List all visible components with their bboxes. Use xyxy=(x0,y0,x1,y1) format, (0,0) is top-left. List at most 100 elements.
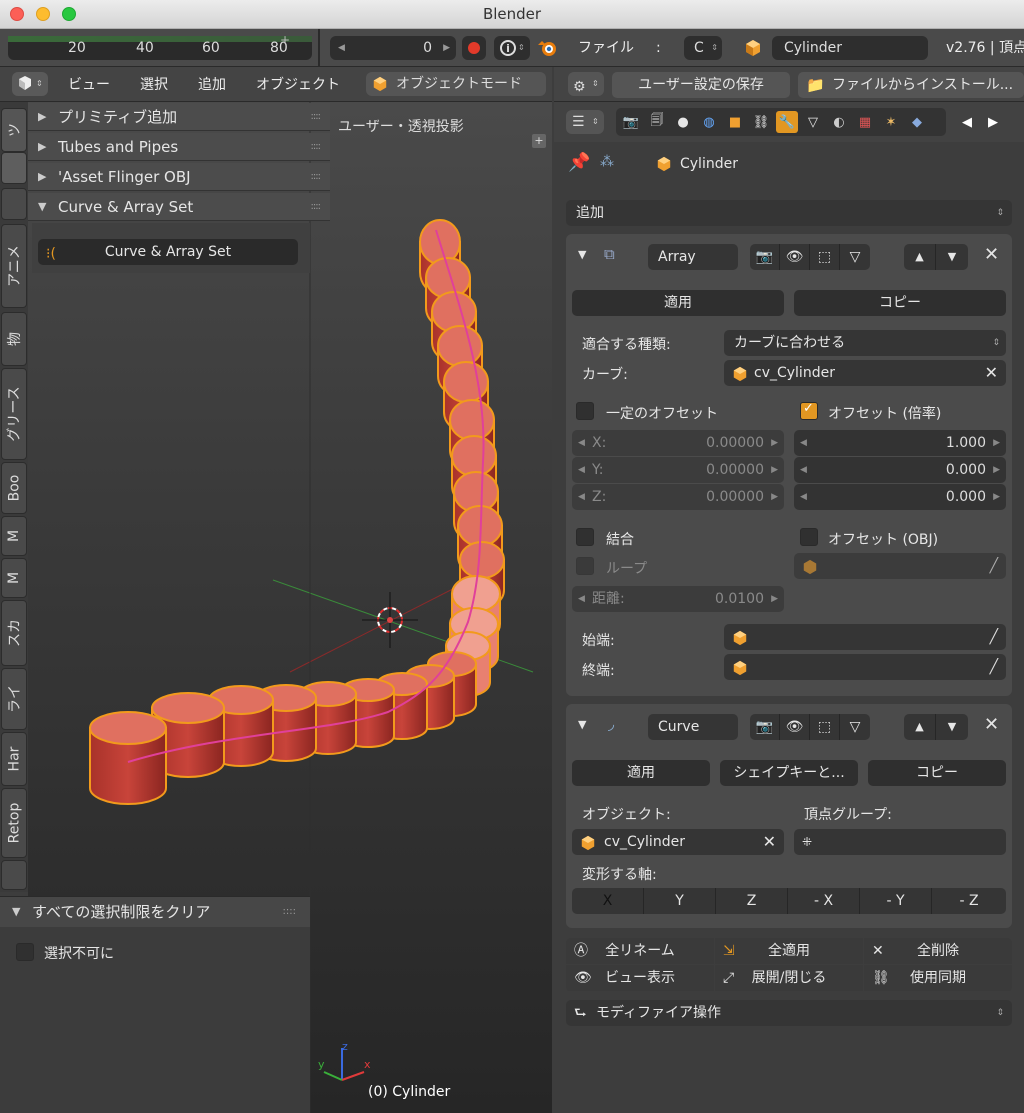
clear-field-icon[interactable]: ✕ xyxy=(763,829,776,855)
tab-light[interactable]: ライ xyxy=(1,668,27,730)
maximize-window-button[interactable] xyxy=(62,7,76,21)
cylinder-instance[interactable] xyxy=(89,711,167,805)
world-tab-icon[interactable]: ◍ xyxy=(698,111,720,133)
relative-offset-y-field[interactable]: ◀ 0.000 ▶ xyxy=(794,457,1006,483)
particles-tab-icon[interactable]: ✶ xyxy=(880,111,902,133)
viewport-toggle-icon[interactable]: 👁 xyxy=(780,244,810,270)
merge-distance-field[interactable]: ◀ 距離: 0.0100 ▶ xyxy=(572,586,784,612)
modifiers-tab-icon[interactable]: 🔧 xyxy=(776,111,798,133)
viewport-display-button[interactable]: 👁 ビュー表示 xyxy=(566,965,714,991)
scene-tab-icon[interactable]: ● xyxy=(672,111,694,133)
offset-object-field[interactable]: ╱ xyxy=(794,553,1006,579)
properties-editor-selector[interactable]: ⚙ ⇕ xyxy=(568,72,604,96)
apply-as-shape-key-button[interactable]: シェイプキーと... xyxy=(720,760,858,786)
drag-grip-icon[interactable]: :::: xyxy=(311,133,322,161)
scroll-right-icon[interactable]: ▶ xyxy=(982,111,1004,133)
cage-toggle-icon[interactable]: ▽ xyxy=(840,244,870,270)
deform-axis-x[interactable]: X xyxy=(572,888,644,914)
curve-object-field[interactable]: cv_Cylinder ✕ xyxy=(572,829,784,855)
relative-offset-x-field[interactable]: ◀ 1.000 ▶ xyxy=(794,430,1006,456)
panel-asset-flinger[interactable]: ▶ 'Asset Flinger OBJ:::: xyxy=(28,163,330,191)
view-menu[interactable]: ビュー xyxy=(68,72,110,98)
close-window-button[interactable] xyxy=(10,7,24,21)
array-apply-button[interactable]: 適用 xyxy=(572,290,784,316)
deform-axis-z[interactable]: Z xyxy=(716,888,788,914)
move-up-icon[interactable]: ▲ xyxy=(904,244,936,270)
viewport-toggle-icon[interactable]: 👁 xyxy=(780,714,810,740)
properties-view-selector[interactable]: ☰ ⇕ xyxy=(566,110,604,134)
select-menu[interactable]: 選択 xyxy=(140,72,168,98)
pin-icon[interactable]: 📌 xyxy=(568,152,590,173)
remove-modifier-icon[interactable]: ✕ xyxy=(984,714,999,735)
eyedropper-icon[interactable]: ╱ xyxy=(990,654,998,680)
constraints-tab-icon[interactable]: ⛓ xyxy=(750,111,772,133)
drag-grip-icon[interactable]: :::: xyxy=(311,103,322,131)
move-up-icon[interactable]: ▲ xyxy=(904,714,936,740)
editor-type-selector[interactable]: ⇕ xyxy=(12,72,48,96)
tab-create[interactable] xyxy=(1,152,27,184)
curve-object-field[interactable]: cv_Cylinder ✕ xyxy=(724,360,1006,386)
clear-selection-limits-header[interactable]: ▼ すべての選択制限をクリア :::: xyxy=(0,897,310,927)
render-toggle-icon[interactable]: 📷 xyxy=(750,244,780,270)
current-frame-field[interactable]: ◀ 0 ▶ xyxy=(330,36,456,60)
curve-array-set-button[interactable]: ⁝( Curve & Array Set xyxy=(38,239,298,265)
drag-grip-icon[interactable]: :::: xyxy=(283,897,296,927)
plus-icon[interactable]: + xyxy=(280,28,290,52)
deform-axis-neg-x[interactable]: - X xyxy=(788,888,860,914)
editmode-toggle-icon[interactable]: ⬚ xyxy=(810,714,840,740)
unselectable-checkbox[interactable] xyxy=(16,943,34,961)
loop-checkbox[interactable] xyxy=(576,557,594,575)
deform-axis-y[interactable]: Y xyxy=(644,888,716,914)
object-menu[interactable]: オブジェクト xyxy=(256,72,340,98)
panel-curve-array-set[interactable]: ▼ Curve & Array Set:::: xyxy=(28,193,330,221)
merge-checkbox[interactable] xyxy=(576,528,594,546)
drag-grip-icon[interactable]: :::: xyxy=(311,193,322,221)
editmode-toggle-icon[interactable]: ⬚ xyxy=(810,244,840,270)
tab-m2[interactable]: M xyxy=(1,558,27,598)
drag-grip-icon[interactable]: :::: xyxy=(311,163,322,191)
array-name-field[interactable]: Array xyxy=(648,244,738,270)
tab-physics[interactable]: 物 xyxy=(1,312,27,366)
tab-har[interactable]: Har xyxy=(1,732,27,786)
fit-type-dropdown[interactable]: カーブに合わせる ⇕ xyxy=(724,330,1006,356)
sync-use-button[interactable]: ⛓ 使用同期 xyxy=(864,965,1012,991)
3d-cursor-icon[interactable] xyxy=(362,592,418,648)
minimize-window-button[interactable] xyxy=(36,7,50,21)
deform-axis-neg-z[interactable]: - Z xyxy=(932,888,1006,914)
record-button[interactable] xyxy=(462,36,486,60)
tab-extra[interactable] xyxy=(1,860,27,890)
move-down-icon[interactable]: ▼ xyxy=(936,714,968,740)
rename-all-button[interactable]: Ⓐ 全リネーム xyxy=(566,938,714,964)
file-menu[interactable]: ファイル xyxy=(578,35,634,61)
physics-tab-icon[interactable]: ◆ xyxy=(906,111,928,133)
render-layers-tab-icon[interactable]: 🗐 xyxy=(646,111,668,133)
vertex-group-field[interactable]: ⁜ xyxy=(794,829,1006,855)
start-cap-field[interactable]: ╱ xyxy=(724,624,1006,650)
tab-sculpt[interactable]: スカ xyxy=(1,600,27,666)
collapse-triangle-icon[interactable]: ▼ xyxy=(578,248,586,261)
clear-field-icon[interactable]: ✕ xyxy=(985,360,998,386)
timeline-ruler[interactable]: 20 40 60 80 + xyxy=(8,33,312,60)
timeline-scrub-bar[interactable] xyxy=(8,36,312,42)
render-tab-icon[interactable]: 📷 xyxy=(620,111,642,133)
add-menu[interactable]: 追加 xyxy=(198,72,226,98)
expand-collapse-button[interactable]: ⤢ 展開/閉じる xyxy=(715,965,863,991)
constant-offset-y-field[interactable]: ◀ Y: 0.00000 ▶ xyxy=(572,457,784,483)
object-offset-checkbox[interactable] xyxy=(800,528,818,546)
constant-offset-x-field[interactable]: ◀ X: 0.00000 ▶ xyxy=(572,430,784,456)
add-modifier-dropdown[interactable]: 追加 ⇕ xyxy=(566,200,1012,226)
array-copy-button[interactable]: コピー xyxy=(794,290,1006,316)
tab-retop[interactable]: Retop xyxy=(1,788,27,858)
panel-tubes-and-pipes[interactable]: ▶ Tubes and Pipes:::: xyxy=(28,133,330,161)
material-tab-icon[interactable]: ◐ xyxy=(828,111,850,133)
install-from-file-button[interactable]: 📁 ファイルからインストール... xyxy=(798,72,1024,98)
scene-selector[interactable]: C ⇕ xyxy=(684,36,722,60)
eyedropper-icon[interactable]: ╱ xyxy=(990,624,998,650)
cylinder-array[interactable] xyxy=(89,219,505,805)
curve-copy-button[interactable]: コピー xyxy=(868,760,1006,786)
active-object-field[interactable]: Cylinder xyxy=(772,36,928,60)
deform-axis-neg-y[interactable]: - Y xyxy=(860,888,932,914)
decrement-arrow-icon[interactable]: ◀ xyxy=(338,36,345,60)
end-cap-field[interactable]: ╱ xyxy=(724,654,1006,680)
curve-name-field[interactable]: Curve xyxy=(648,714,738,740)
